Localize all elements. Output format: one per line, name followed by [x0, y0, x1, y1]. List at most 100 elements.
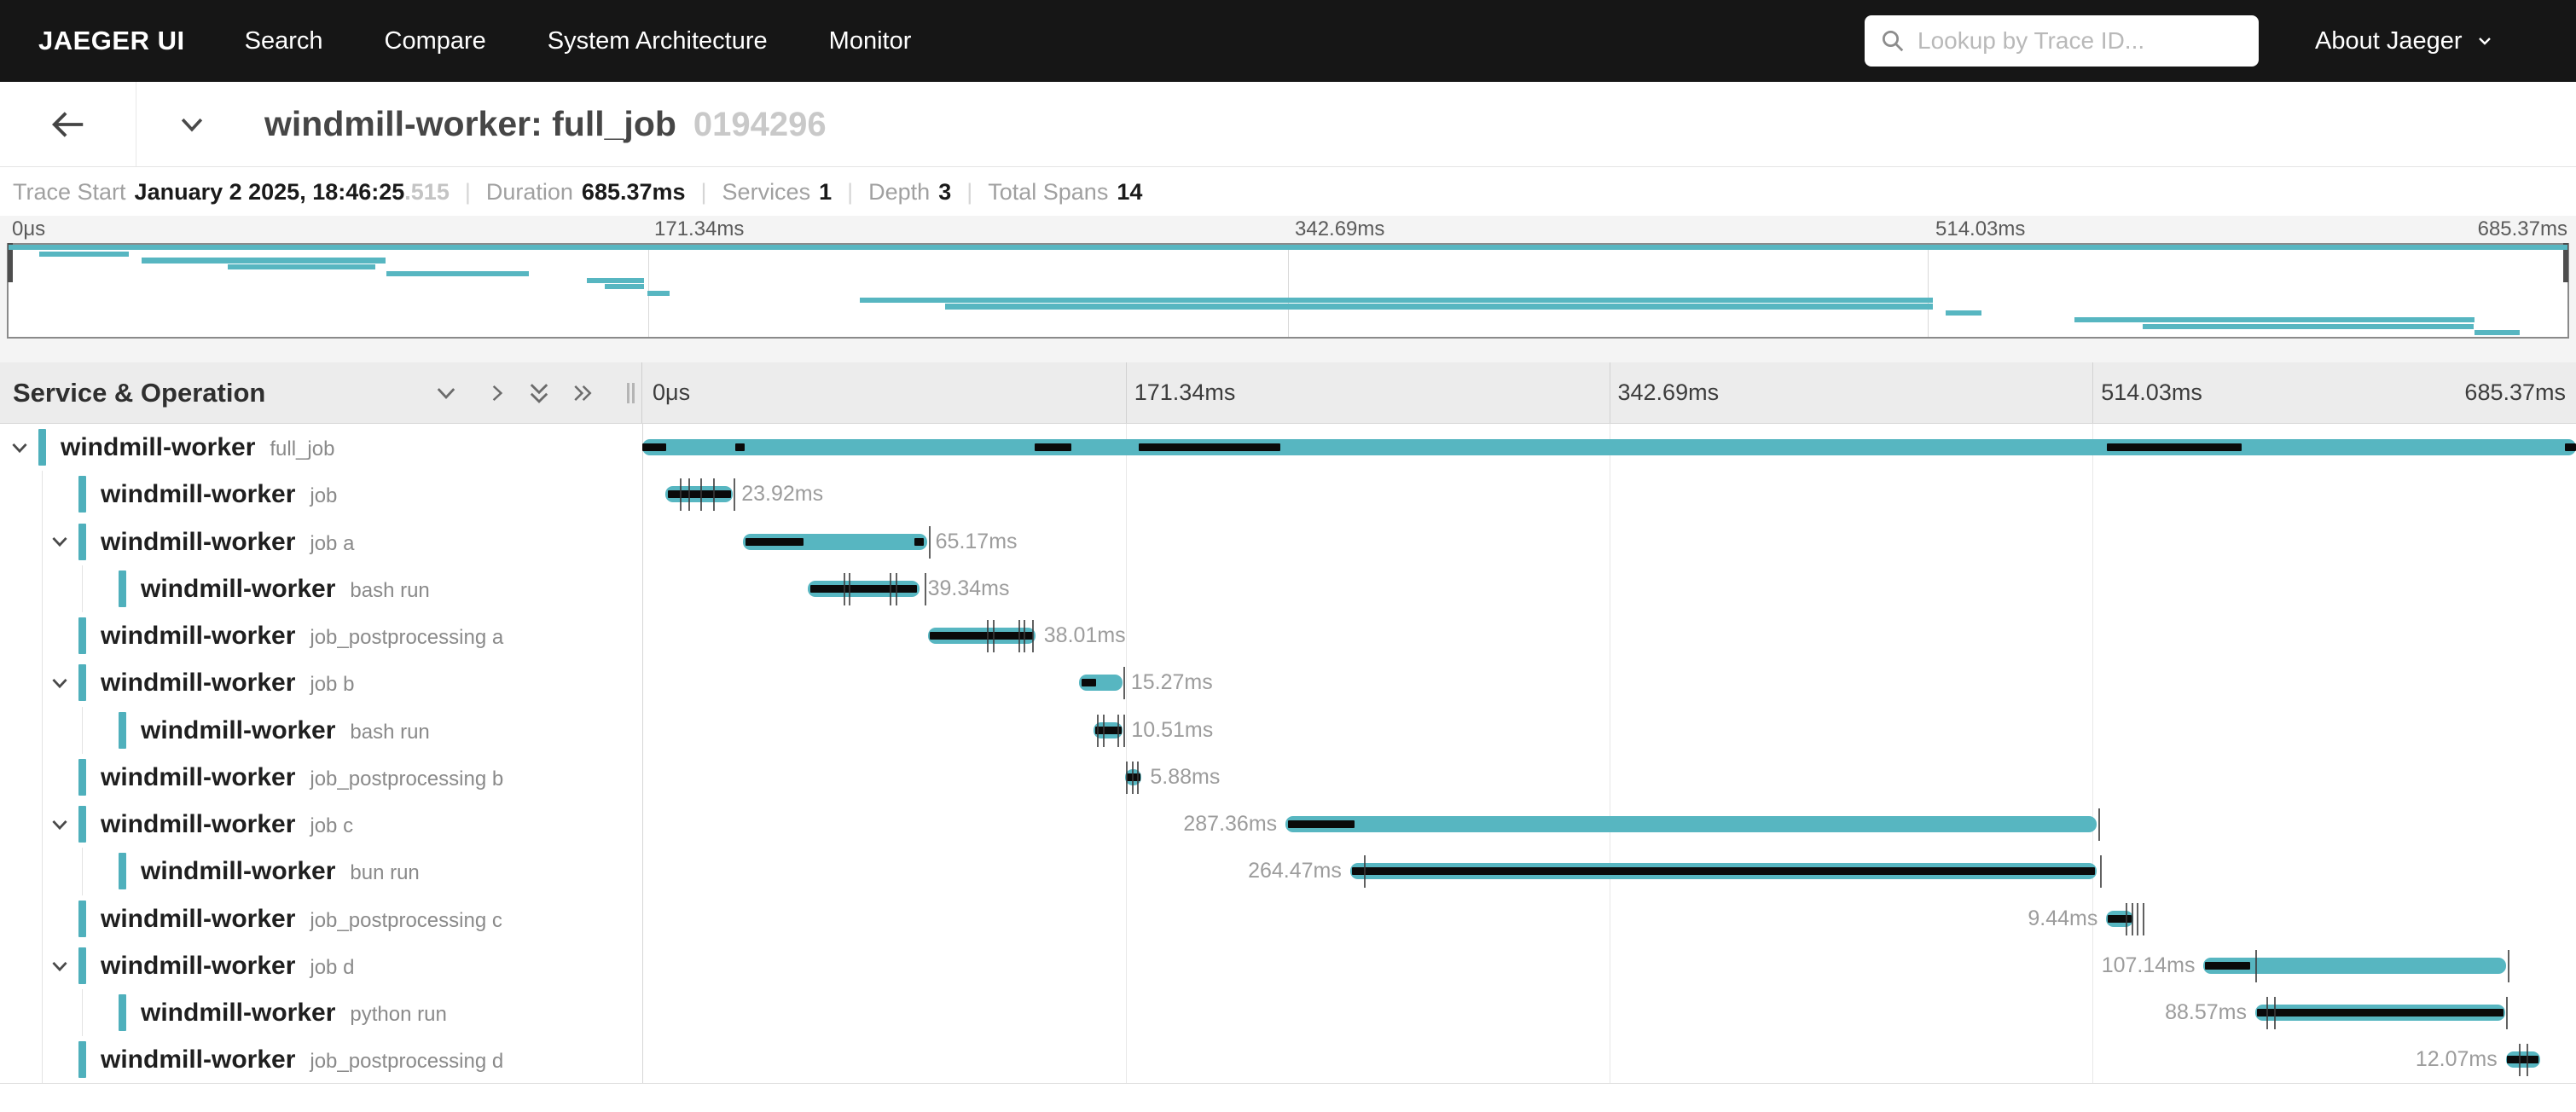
span-name-cell[interactable]: windmill-workerjob_postprocessing c — [0, 895, 642, 942]
expand-one-icon[interactable] — [484, 362, 510, 423]
span-bar[interactable] — [2203, 958, 2505, 974]
minimap-canvas[interactable] — [7, 243, 2569, 339]
span-log-tick — [2527, 1044, 2528, 1076]
span-toggle-icon[interactable] — [48, 801, 72, 848]
span-name-cell[interactable]: windmill-workerjob d — [0, 942, 642, 989]
span-name-cell[interactable]: windmill-workerjob b — [0, 659, 642, 706]
back-button[interactable] — [0, 82, 136, 166]
service-name: windmill-worker — [101, 763, 295, 791]
span-toggle-icon[interactable] — [8, 424, 32, 471]
span-timeline-cell[interactable]: 264.47ms — [642, 848, 2576, 895]
span-row[interactable]: windmill-workerfull_job — [0, 424, 2576, 471]
span-log-tick — [987, 620, 989, 652]
span-name-cell[interactable]: windmill-workerjob_postprocessing d — [0, 1036, 642, 1083]
span-timeline-cell[interactable]: 287.36ms — [642, 801, 2576, 848]
span-bar[interactable] — [642, 439, 2576, 455]
span-self-time-segment — [810, 585, 917, 593]
span-timeline-cell[interactable]: 88.57ms — [642, 989, 2576, 1036]
span-name-cell[interactable]: windmill-workerbun run — [0, 848, 642, 895]
service-name: windmill-worker — [141, 575, 335, 603]
span-log-tick — [1123, 715, 1125, 747]
trace-title-text: windmill-worker: full_job — [264, 82, 676, 166]
span-timeline-cell[interactable]: 23.92ms — [642, 471, 2576, 518]
span-name-cell[interactable]: windmill-workerbash run — [0, 565, 642, 612]
span-row[interactable]: windmill-workerjob c 287.36ms — [0, 801, 2576, 848]
app-brand[interactable]: JAEGER UI — [38, 26, 185, 56]
operation-name: job_postprocessing a — [310, 626, 503, 649]
summary-label: Trace Start — [13, 179, 126, 206]
span-name-cell[interactable]: windmill-workerjob_postprocessing a — [0, 612, 642, 659]
service-color-swatch — [119, 712, 126, 749]
operation-name: full_job — [270, 437, 334, 460]
span-log-tick — [1024, 620, 1025, 652]
span-name-cell[interactable]: windmill-workerjob c — [0, 801, 642, 848]
about-jaeger-menu[interactable]: About Jaeger — [2315, 0, 2495, 82]
trace-id: 0194296 — [693, 106, 827, 144]
chevron-down-icon — [2474, 31, 2495, 51]
service-color-swatch — [78, 806, 86, 843]
span-timeline-cell[interactable]: 10.51ms — [642, 707, 2576, 754]
timeline-tick-label: 0μs — [653, 362, 690, 423]
nav-item-monitor[interactable]: Monitor — [829, 27, 912, 55]
span-timeline-cell[interactable]: 5.88ms — [642, 754, 2576, 801]
trace-lookup-input[interactable]: Lookup by Trace ID... — [1865, 15, 2259, 67]
span-bar[interactable] — [1350, 863, 2097, 879]
collapse-one-icon[interactable] — [432, 362, 461, 423]
span-row[interactable]: windmill-workerjob a65.17ms — [0, 518, 2576, 565]
span-timeline-cell[interactable]: 65.17ms — [642, 518, 2576, 565]
trace-lookup-placeholder: Lookup by Trace ID... — [1917, 27, 2144, 55]
span-toggle-icon[interactable] — [48, 942, 72, 989]
span-bar[interactable] — [2255, 1005, 2505, 1021]
span-bar[interactable] — [1079, 675, 1123, 691]
span-timeline-cell[interactable]: 38.01ms — [642, 612, 2576, 659]
span-bar[interactable] — [1285, 816, 2097, 832]
span-self-time-segment — [1082, 679, 1096, 686]
span-log-tick — [1032, 620, 1034, 652]
span-row[interactable]: windmill-workerjob d107.14ms — [0, 942, 2576, 989]
nav-item-compare[interactable]: Compare — [385, 27, 486, 55]
nav-item-search[interactable]: Search — [245, 27, 323, 55]
span-self-time-segment — [735, 443, 745, 451]
span-row[interactable]: windmill-workerbash run10.51ms — [0, 707, 2576, 754]
indent-guide — [42, 754, 43, 801]
span-log-tick — [2508, 950, 2509, 982]
expand-all-icon[interactable] — [570, 362, 595, 423]
span-name-cell[interactable]: windmill-workerjob — [0, 471, 642, 518]
trace-collapse-toggle[interactable] — [175, 82, 209, 166]
span-name-cell[interactable]: windmill-workerpython run — [0, 989, 642, 1036]
span-timeline-cell[interactable]: 15.27ms — [642, 659, 2576, 706]
span-name-text: windmill-workerjob c — [101, 801, 353, 848]
span-toggle-icon[interactable] — [48, 518, 72, 565]
nav-item-system-architecture[interactable]: System Architecture — [548, 27, 768, 55]
span-row[interactable]: windmill-workerpython run88.57ms — [0, 989, 2576, 1036]
span-log-tick — [2126, 903, 2127, 935]
span-timeline-cell[interactable]: 107.14ms — [642, 942, 2576, 989]
span-row[interactable]: windmill-workerbun run264.47ms — [0, 848, 2576, 895]
span-timeline-cell[interactable]: 12.07ms — [642, 1036, 2576, 1083]
gridline — [1126, 362, 1127, 423]
span-bar[interactable] — [665, 486, 733, 502]
span-row[interactable]: windmill-workerjob_postprocessing a38.01… — [0, 612, 2576, 659]
span-name-cell[interactable]: windmill-workerbash run — [0, 707, 642, 754]
span-bar[interactable] — [808, 581, 919, 597]
span-toggle-icon[interactable] — [48, 659, 72, 706]
span-name-cell[interactable]: windmill-workerfull_job — [0, 424, 642, 471]
column-resizer-handle[interactable] — [625, 383, 637, 403]
span-row[interactable]: windmill-workerjob_postprocessing d12.07… — [0, 1036, 2576, 1083]
span-name-cell[interactable]: windmill-workerjob_postprocessing b — [0, 754, 642, 801]
span-duration-label: 39.34ms — [928, 565, 1010, 612]
collapse-all-icon[interactable] — [525, 362, 554, 423]
span-bar[interactable] — [2506, 1051, 2540, 1068]
span-timeline-cell[interactable]: 39.34ms — [642, 565, 2576, 612]
span-name-cell[interactable]: windmill-workerjob a — [0, 518, 642, 565]
span-row[interactable]: windmill-workerbash run 39.34ms — [0, 565, 2576, 612]
span-row[interactable]: windmill-workerjob_postprocessing b5.88m… — [0, 754, 2576, 801]
span-bar[interactable] — [743, 534, 927, 550]
span-bar[interactable] — [2106, 911, 2132, 927]
span-row[interactable]: windmill-workerjob b15.27ms — [0, 659, 2576, 706]
span-row[interactable]: windmill-workerjob23.92ms — [0, 471, 2576, 518]
span-row[interactable]: windmill-workerjob_postprocessing c9.44m… — [0, 895, 2576, 942]
span-timeline-cell[interactable] — [642, 424, 2576, 471]
summary-value: 14 — [1117, 179, 1142, 206]
span-timeline-cell[interactable]: 9.44ms — [642, 895, 2576, 942]
